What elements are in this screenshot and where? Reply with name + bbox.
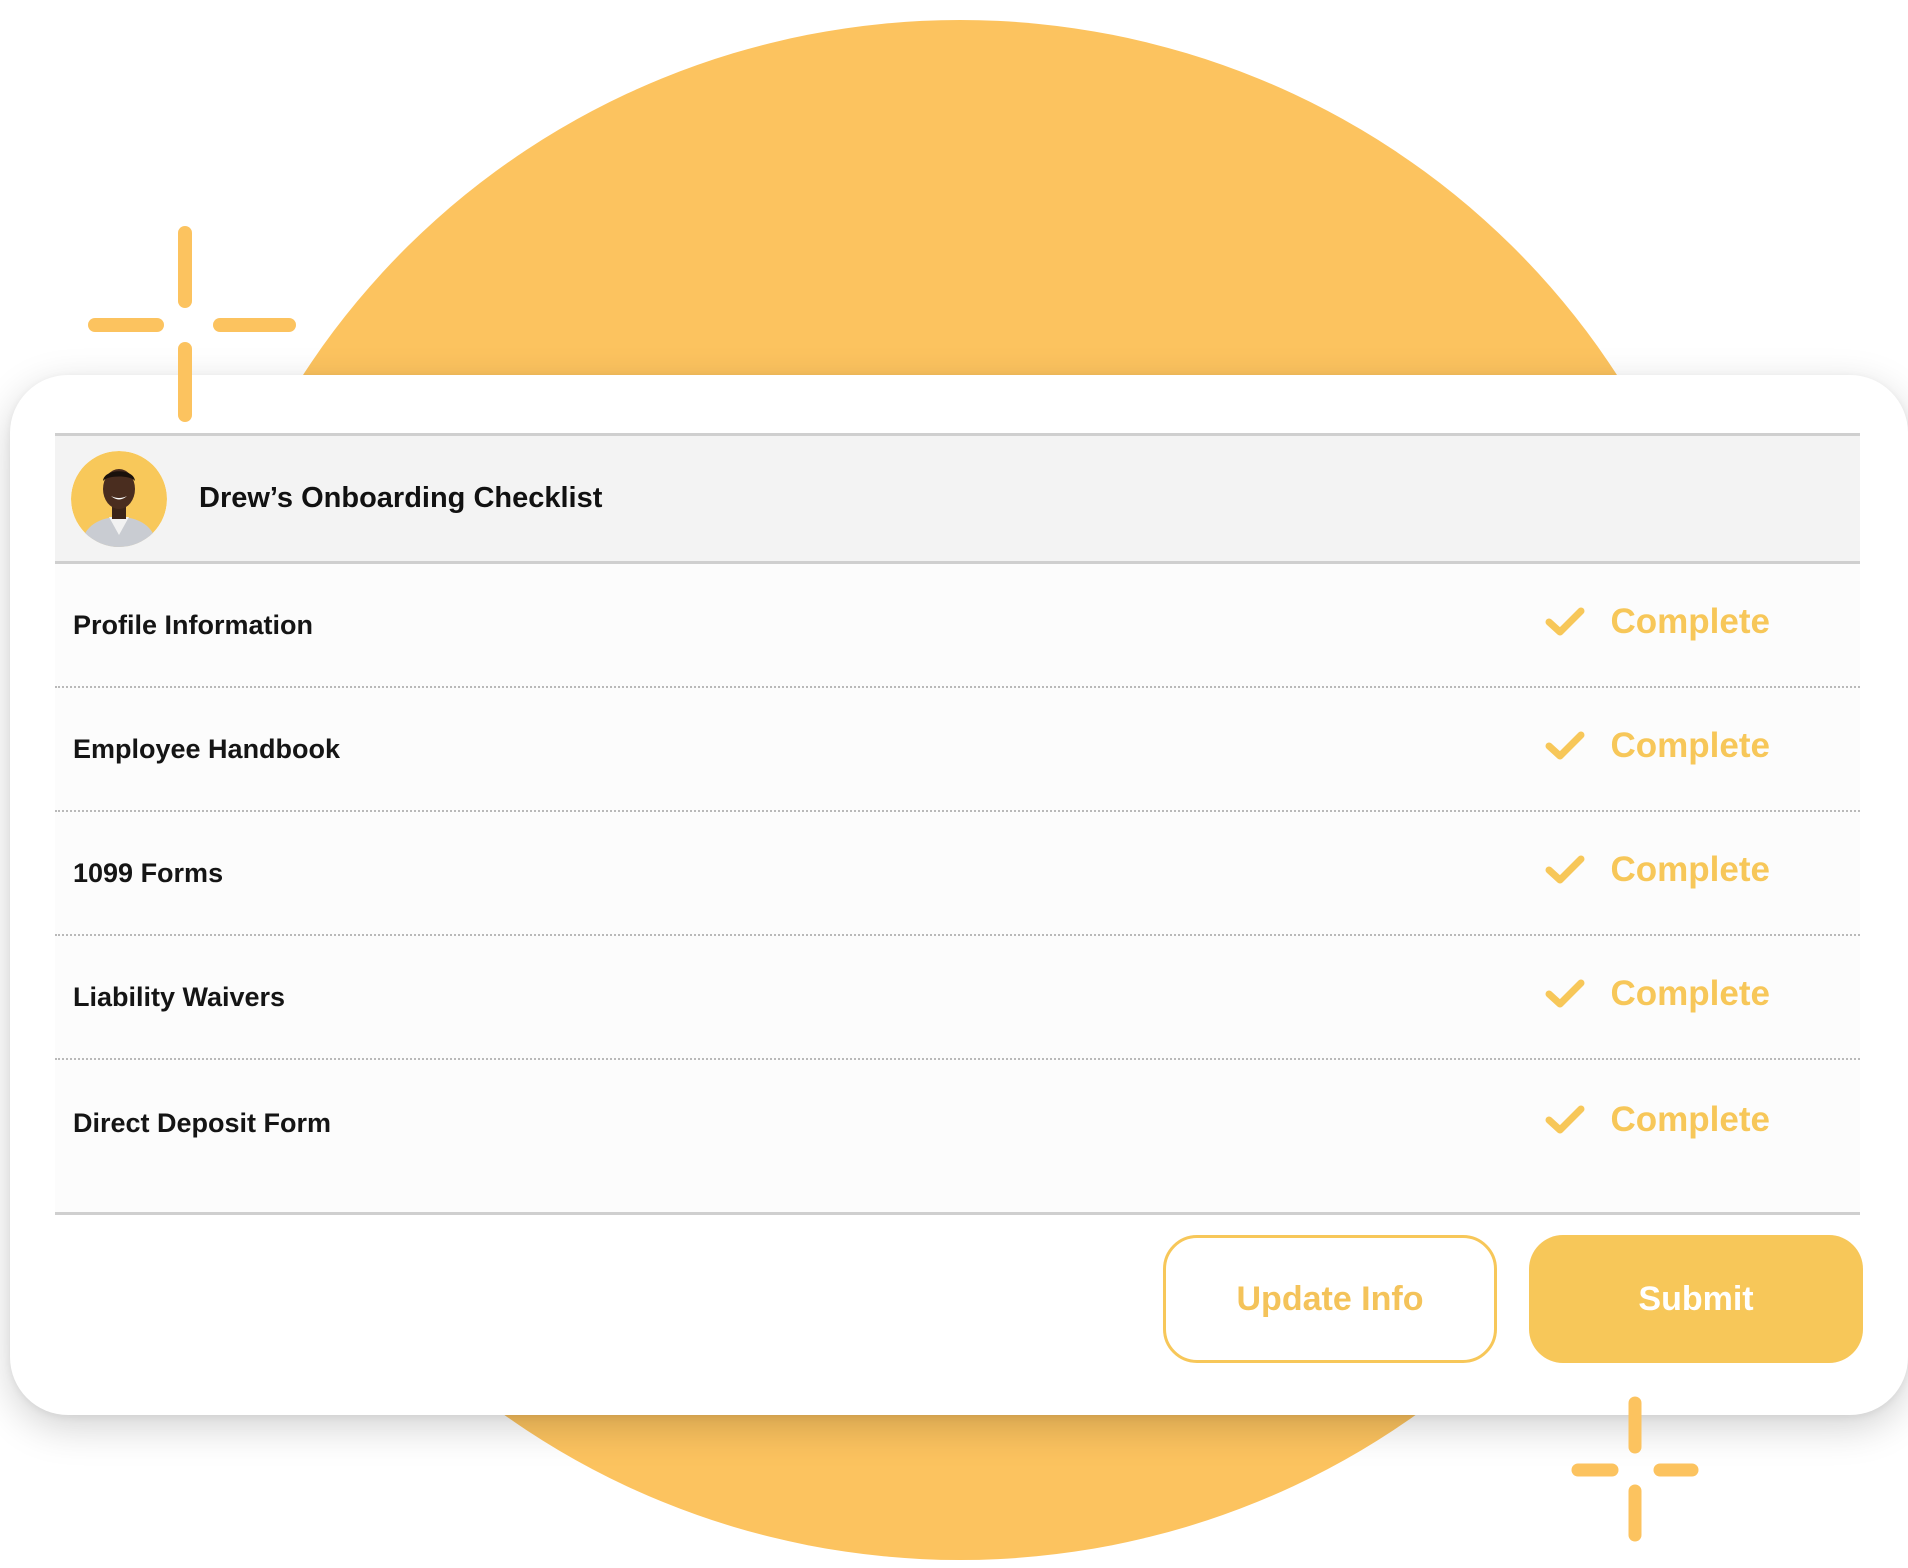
check-icon xyxy=(1545,730,1585,762)
status-text: Complete xyxy=(1610,602,1770,641)
checklist-item-label: Employee Handbook xyxy=(73,733,341,764)
submit-button[interactable]: Submit xyxy=(1529,1235,1863,1363)
checklist-item-label: Liability Waivers xyxy=(73,981,286,1012)
status-complete: Complete xyxy=(1545,602,1770,642)
checklist-item-label: Direct Deposit Form xyxy=(73,1107,332,1138)
checklist-row-profile-information: Profile Information Complete xyxy=(55,564,1860,688)
checklist-item-label: Profile Information xyxy=(73,609,314,640)
check-icon xyxy=(1545,854,1585,886)
checklist-row-employee-handbook: Employee Handbook Complete xyxy=(55,688,1860,812)
onboarding-card: Drew’s Onboarding Checklist Profile Info… xyxy=(10,375,1908,1415)
checklist-row-1099-forms: 1099 Forms Complete xyxy=(55,812,1860,936)
checklist-row-direct-deposit-form: Direct Deposit Form Complete xyxy=(55,1060,1860,1186)
page-title: Drew’s Onboarding Checklist xyxy=(199,482,603,514)
checklist-panel: Drew’s Onboarding Checklist Profile Info… xyxy=(55,433,1860,1215)
action-buttons: Update Info Submit xyxy=(1163,1235,1863,1363)
checklist-header: Drew’s Onboarding Checklist xyxy=(55,436,1860,564)
status-text: Complete xyxy=(1610,974,1770,1013)
avatar xyxy=(71,450,167,547)
check-icon xyxy=(1545,606,1585,638)
checklist-rows: Profile Information Complete Employee Ha… xyxy=(55,564,1860,1186)
update-info-button[interactable]: Update Info xyxy=(1163,1235,1497,1363)
status-complete: Complete xyxy=(1545,726,1770,766)
checklist-row-liability-waivers: Liability Waivers Complete xyxy=(55,936,1860,1060)
check-icon xyxy=(1545,978,1585,1010)
status-complete: Complete xyxy=(1545,974,1770,1014)
status-text: Complete xyxy=(1610,850,1770,889)
sparkle-icon xyxy=(88,226,296,422)
status-text: Complete xyxy=(1610,1100,1770,1139)
check-icon xyxy=(1545,1104,1585,1136)
status-complete: Complete xyxy=(1545,850,1770,890)
checklist-item-label: 1099 Forms xyxy=(73,857,224,888)
status-complete: Complete xyxy=(1545,1100,1770,1140)
status-text: Complete xyxy=(1610,726,1770,765)
sparkle-icon xyxy=(1571,1396,1699,1542)
